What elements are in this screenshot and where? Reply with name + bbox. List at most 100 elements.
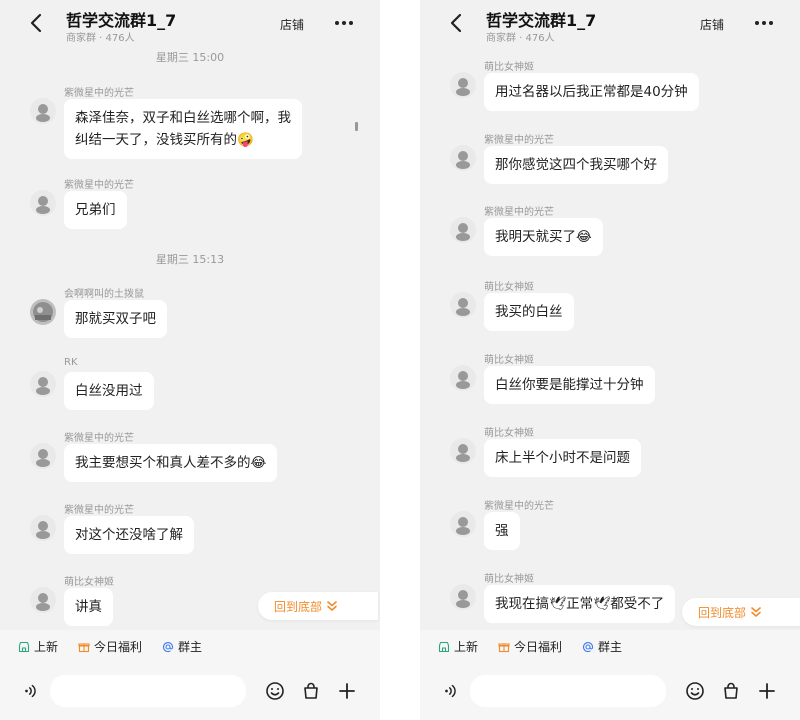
avatar-placeholder-icon <box>456 78 470 96</box>
shortcut-label: 上新 <box>34 640 59 654</box>
timestamp: 星期三 15:00 <box>155 51 225 64</box>
message-bubble[interactable]: 那你感觉这四个我买哪个好 <box>484 146 668 184</box>
more-button[interactable] <box>330 14 358 32</box>
message-input[interactable] <box>50 675 246 707</box>
message-bubble[interactable]: 森泽佳奈，双子和白丝选哪个啊，我 纠结一天了，没钱买所有的🤪 <box>64 99 302 159</box>
back-arrow-icon <box>30 13 42 33</box>
message-bubble[interactable]: 那就买双子吧 <box>64 300 167 338</box>
message-text: 床上半个小时不是问题 <box>495 450 630 466</box>
avatar[interactable] <box>30 98 56 124</box>
avatar-placeholder-icon <box>456 151 470 169</box>
emoji-button[interactable] <box>680 677 710 705</box>
avatar[interactable] <box>450 72 476 98</box>
more-dot-icon <box>762 21 766 25</box>
avatar[interactable] <box>450 145 476 171</box>
message-text: 讲真 <box>75 599 102 615</box>
jump-to-bottom-button[interactable]: 回到底部 <box>258 592 378 620</box>
timestamp: 星期三 15:13 <box>155 253 225 266</box>
message-text: 我明天就买了😂 <box>495 229 592 245</box>
message-bubble[interactable]: 强 <box>484 512 520 550</box>
message-bubble[interactable]: 我买的白丝 <box>484 293 574 331</box>
message-bubble[interactable]: 白丝没用过 <box>64 372 154 410</box>
avatar-placeholder-icon <box>36 593 50 611</box>
add-button[interactable] <box>332 677 362 705</box>
avatar[interactable] <box>30 587 56 613</box>
message-bubble[interactable]: 白丝你要是能撑过十分钟 <box>484 366 655 404</box>
shortcut-row: 上新 今日福利 群主 <box>438 638 622 655</box>
message-text: 用过名器以后我正常都是40分钟 <box>495 84 688 100</box>
avatar[interactable] <box>450 584 476 610</box>
screenshot-root: 哲学交流群1_7 商家群 · 476人 店铺 星期三 15:00 紫微星中的光芒… <box>0 0 800 720</box>
avatar[interactable] <box>30 299 56 325</box>
more-dot-icon <box>349 21 353 25</box>
avatar[interactable] <box>450 438 476 464</box>
chat-title: 哲学交流群1_7 <box>66 11 177 30</box>
message-text: 我买的白丝 <box>495 304 563 320</box>
message-bubble[interactable]: 对这个还没啥了解 <box>64 516 194 554</box>
voice-button[interactable] <box>18 678 44 704</box>
back-button[interactable] <box>446 12 466 34</box>
avatar-placeholder-icon <box>36 196 50 214</box>
double-chevron-down-icon <box>751 607 761 617</box>
avatar[interactable] <box>30 515 56 541</box>
sender-name: 紫微星中的光芒 <box>64 180 134 191</box>
plus-icon <box>339 683 355 699</box>
voice-button[interactable] <box>438 678 464 704</box>
message-input[interactable] <box>470 675 666 707</box>
message-bubble[interactable]: 我主要想买个和真人差不多的😂 <box>64 444 278 482</box>
shortcut-daily-benefits[interactable]: 今日福利 <box>498 638 562 655</box>
panel-divider <box>380 0 420 720</box>
shopping-bag-button[interactable] <box>296 677 326 705</box>
shortcut-group-owner[interactable]: 群主 <box>582 638 622 655</box>
shortcut-label: 上新 <box>454 640 479 654</box>
shortcut-new-arrivals[interactable]: 上新 <box>18 638 58 655</box>
store-button[interactable]: 店铺 <box>280 16 304 33</box>
more-button[interactable] <box>750 14 778 32</box>
store-icon <box>438 641 450 652</box>
avatar[interactable] <box>450 511 476 537</box>
message-bubble[interactable]: 用过名器以后我正常都是40分钟 <box>484 73 699 111</box>
message-bubble[interactable]: 我明天就买了😂 <box>484 218 603 256</box>
shortcut-label: 群主 <box>178 640 203 654</box>
more-dot-icon <box>769 21 773 25</box>
message-bubble[interactable]: 我现在搞🕊正常🕊都受不了 <box>484 585 676 623</box>
message-bubble[interactable]: 床上半个小时不是问题 <box>484 439 641 477</box>
sender-name: 紫微星中的光芒 <box>64 88 134 99</box>
avatar[interactable] <box>30 190 56 216</box>
chat-header: 哲学交流群1_7 商家群 · 476人 店铺 <box>0 0 380 46</box>
jump-to-bottom-button[interactable]: 回到底部 <box>682 598 800 626</box>
avatar[interactable] <box>450 217 476 243</box>
at-sign-icon <box>583 641 594 652</box>
avatar-placeholder-icon <box>456 590 470 608</box>
avatar-placeholder-icon <box>36 449 50 467</box>
avatar-placeholder-icon <box>456 444 470 462</box>
scroll-indicator[interactable] <box>355 122 358 131</box>
sender-name: 紫微星中的光芒 <box>484 135 554 146</box>
shortcut-new-arrivals[interactable]: 上新 <box>438 638 478 655</box>
voice-icon <box>25 684 36 698</box>
shopping-bag-button[interactable] <box>716 677 746 705</box>
store-button[interactable]: 店铺 <box>700 16 724 33</box>
sender-name: 会啊啊叫的土拨鼠 <box>64 289 144 300</box>
message-text: 纠结一天了，没钱买所有的🤪 <box>75 132 254 148</box>
chat-subtitle: 商家群 · 476人 <box>486 33 555 44</box>
sender-name: 萌比女神姬 <box>484 428 534 439</box>
emoji-button[interactable] <box>260 677 290 705</box>
avatar[interactable] <box>450 292 476 318</box>
avatar[interactable] <box>30 371 56 397</box>
shortcut-daily-benefits[interactable]: 今日福利 <box>78 638 142 655</box>
avatar-placeholder-icon <box>456 517 470 535</box>
message-bubble[interactable]: 兄弟们 <box>64 191 127 229</box>
shortcut-group-owner[interactable]: 群主 <box>162 638 202 655</box>
avatar-placeholder-icon <box>36 521 50 539</box>
sender-name: 萌比女神姬 <box>484 574 534 585</box>
message-bubble[interactable]: 讲真 <box>64 588 113 626</box>
voice-icon <box>445 684 456 698</box>
add-button[interactable] <box>752 677 782 705</box>
avatar[interactable] <box>450 365 476 391</box>
back-button[interactable] <box>26 12 46 34</box>
chat-panel-right: 哲学交流群1_7 商家群 · 476人 店铺 萌比女神姬 用过名器以后我正常都是… <box>420 0 800 720</box>
avatar[interactable] <box>30 443 56 469</box>
message-text: 兄弟们 <box>75 202 116 218</box>
bottom-bar: 上新 今日福利 群主 <box>420 630 800 720</box>
